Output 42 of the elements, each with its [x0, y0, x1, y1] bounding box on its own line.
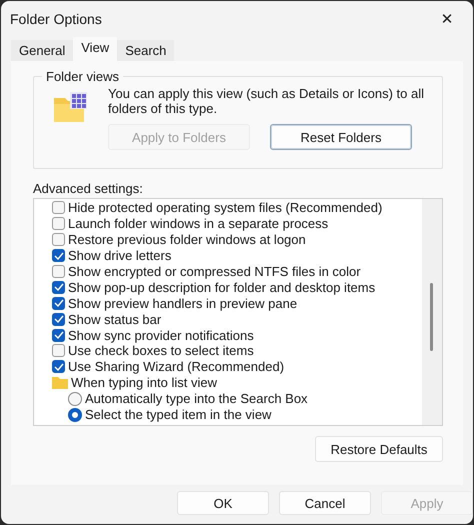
checkbox[interactable] [52, 312, 65, 326]
restore-defaults-button[interactable]: Restore Defaults [315, 436, 443, 462]
checkbox[interactable] [52, 249, 65, 262]
tab[interactable]: Search [117, 40, 174, 61]
option-label[interactable]: Hide protected operating system files (Recommended) [68, 200, 382, 216]
folder-icon [52, 92, 88, 124]
checkbox[interactable] [52, 360, 65, 374]
option-label[interactable]: Show preview handlers in preview pane [68, 296, 298, 311]
checkbox[interactable] [52, 265, 65, 278]
folder-button[interactable]: Reset Folders [270, 124, 412, 150]
section-label: Advanced settings: [33, 181, 144, 196]
checkbox[interactable] [52, 280, 65, 294]
option-label[interactable]: Show pop-up description for folder and desktop items [68, 280, 376, 295]
option-label[interactable]: Select the typed item in the view [85, 407, 272, 422]
checkbox[interactable] [52, 201, 65, 214]
group-title: Folder views [45, 69, 120, 84]
close-button[interactable]: ✕ [429, 4, 465, 34]
checkbox[interactable] [52, 217, 65, 230]
option-group-label: When typing into list view [71, 375, 217, 390]
checkbox[interactable] [52, 328, 65, 342]
checkbox[interactable] [52, 233, 65, 246]
checkbox[interactable] [52, 344, 65, 358]
radio-button[interactable] [68, 408, 82, 422]
option-label[interactable]: Show sync provider notifications [68, 328, 254, 343]
checkbox[interactable] [52, 296, 65, 310]
tab[interactable]: View [73, 37, 118, 61]
window-title: Folder Options [10, 11, 102, 27]
option-label[interactable]: Launch folder windows in a separate process [68, 216, 328, 232]
tab[interactable]: General [11, 40, 74, 61]
dialog-button[interactable]: Cancel [279, 491, 371, 515]
option-label[interactable]: Show drive letters [68, 248, 172, 264]
dialog-button[interactable]: OK [177, 491, 269, 515]
radio-button[interactable] [68, 392, 82, 406]
scrollbar-thumb[interactable] [430, 283, 433, 351]
option-label[interactable]: Restore previous folder windows at logon [68, 232, 306, 248]
description-text: You can apply this view (such as Details or Icons) to all folders of this type. [108, 86, 426, 116]
option-label[interactable]: Show encrypted or compressed NTFS files in color [68, 264, 361, 279]
option-label[interactable]: Automatically type into the Search Box [85, 391, 308, 406]
option-label[interactable]: Show status bar [68, 312, 162, 327]
option-label[interactable]: Use Sharing Wizard (Recommended) [68, 359, 284, 374]
option-label[interactable]: Use check boxes to select items [68, 343, 254, 358]
folder-icon [52, 376, 68, 389]
